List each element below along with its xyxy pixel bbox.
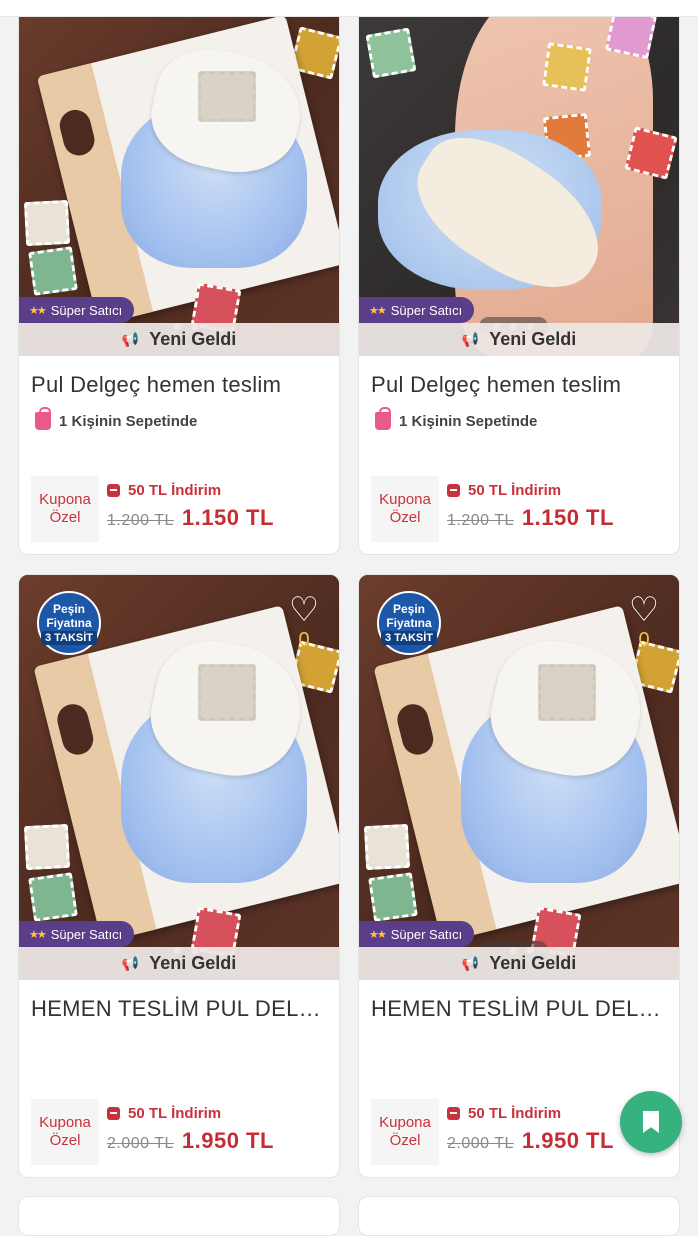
new-arrival-bar: 📢 Yeni Geldi	[19, 323, 339, 356]
price-box: Kupona Özel 50 TL İndirim 1.200 TL 1.150…	[31, 476, 321, 542]
product-card[interactable]	[18, 1196, 340, 1236]
coupon-discount: 50 TL İndirim	[447, 1105, 614, 1122]
heart-icon[interactable]: ♡	[629, 593, 659, 627]
megaphone-icon: 📢	[461, 955, 480, 971]
super-seller-badge: ★★ Süper Satıcı	[19, 297, 135, 323]
new-arrival-label: Yeni Geldi	[489, 329, 577, 349]
stars-icon: ★★	[29, 928, 47, 941]
stars-icon: ★★	[369, 928, 387, 941]
price-box: Kupona Özel 50 TL İndirim 2.000 TL 1.950…	[31, 1099, 321, 1165]
product-image[interactable]: ★★ Süper Satıcı 📢 Yeni Geldi	[19, 0, 339, 356]
old-price: 2.000 TL	[107, 1135, 174, 1152]
coupon-special-label: Kupona Özel	[371, 476, 439, 542]
bookmark-icon	[643, 1111, 659, 1133]
saved-items-button[interactable]	[620, 1091, 682, 1153]
product-card[interactable]: ★★ Süper Satıcı 📢 Yeni Geldi Pul Delgeç …	[18, 0, 340, 555]
discounted-price: 1.950 TL	[521, 1128, 614, 1153]
stars-icon: ★★	[369, 304, 387, 317]
stars-icon: ★★	[29, 304, 47, 317]
product-title[interactable]: Pul Delgeç hemen teslim	[371, 372, 667, 398]
coupon-discount: 50 TL İndirim	[107, 1105, 274, 1122]
super-seller-label: Süper Satıcı	[50, 926, 123, 942]
super-seller-label: Süper Satıcı	[390, 926, 463, 942]
super-seller-label: Süper Satıcı	[390, 302, 463, 318]
shopping-bag-icon	[35, 407, 51, 430]
coupon-icon	[107, 1107, 120, 1120]
discounted-price: 1.150 TL	[181, 505, 274, 530]
coupon-special-label: Kupona Özel	[31, 1099, 99, 1165]
basket-info: 1 Kişinin Sepetinde	[375, 407, 679, 430]
basket-count-text: 1 Kişinin Sepetinde	[59, 412, 198, 430]
super-seller-label: Süper Satıcı	[50, 302, 123, 318]
discounted-price: 1.950 TL	[181, 1128, 274, 1153]
product-image[interactable]: ★★ Süper Satıcı 📢 Yeni Geldi	[359, 0, 679, 356]
product-card[interactable]: Peşin Fiyatına 3 TAKSİT ♡ 0 ★★ Süper Sat…	[18, 574, 340, 1178]
basket-info: 1 Kişinin Sepetinde	[35, 407, 339, 430]
product-title[interactable]: Pul Delgeç hemen teslim	[31, 372, 327, 398]
new-arrival-bar: 📢 Yeni Geldi	[359, 323, 679, 356]
super-seller-badge: ★★ Süper Satıcı	[19, 921, 135, 947]
installment-badge: Peşin Fiyatına 3 TAKSİT	[377, 591, 441, 655]
megaphone-icon: 📢	[121, 331, 140, 347]
product-card[interactable]	[358, 1196, 680, 1236]
new-arrival-bar: 📢 Yeni Geldi	[359, 947, 679, 980]
favorite-count: 0	[638, 629, 650, 651]
new-arrival-label: Yeni Geldi	[489, 953, 577, 973]
favorite-count: 0	[298, 629, 310, 651]
price-box: Kupona Özel 50 TL İndirim 1.200 TL 1.150…	[371, 476, 661, 542]
product-title[interactable]: HEMEN TESLİM PUL DELGEÇ	[31, 996, 327, 1022]
coupon-icon	[447, 1107, 460, 1120]
coupon-special-label: Kupona Özel	[371, 1099, 439, 1165]
product-card[interactable]: Peşin Fiyatına 3 TAKSİT ♡ 0 ★★ Süper Sat…	[358, 574, 680, 1178]
shopping-bag-icon	[375, 407, 391, 430]
coupon-discount: 50 TL İndirim	[107, 482, 274, 499]
new-arrival-label: Yeni Geldi	[149, 329, 237, 349]
super-seller-badge: ★★ Süper Satıcı	[359, 921, 475, 947]
super-seller-badge: ★★ Süper Satıcı	[359, 297, 475, 323]
basket-count-text: 1 Kişinin Sepetinde	[399, 412, 538, 430]
product-image[interactable]: Peşin Fiyatına 3 TAKSİT ♡ 0 ★★ Süper Sat…	[19, 575, 339, 980]
new-arrival-label: Yeni Geldi	[149, 953, 237, 973]
product-image[interactable]: Peşin Fiyatına 3 TAKSİT ♡ 0 ★★ Süper Sat…	[359, 575, 679, 980]
top-bar	[0, 0, 698, 17]
product-grid: ★★ Süper Satıcı 📢 Yeni Geldi Pul Delgeç …	[0, 0, 698, 1236]
megaphone-icon: 📢	[121, 955, 140, 971]
product-card[interactable]: ★★ Süper Satıcı 📢 Yeni Geldi Pul Delgeç …	[358, 0, 680, 555]
coupon-special-label: Kupona Özel	[31, 476, 99, 542]
megaphone-icon: 📢	[461, 331, 480, 347]
coupon-icon	[447, 484, 460, 497]
favorite-button[interactable]: ♡ 0	[285, 593, 323, 652]
new-arrival-bar: 📢 Yeni Geldi	[19, 947, 339, 980]
price-box: Kupona Özel 50 TL İndirim 2.000 TL 1.950…	[371, 1099, 661, 1165]
heart-icon[interactable]: ♡	[289, 593, 319, 627]
old-price: 1.200 TL	[447, 512, 514, 529]
product-title[interactable]: HEMEN TESLİM PUL DELGEÇ	[371, 996, 667, 1022]
coupon-icon	[107, 484, 120, 497]
discounted-price: 1.150 TL	[521, 505, 614, 530]
old-price: 2.000 TL	[447, 1135, 514, 1152]
coupon-discount: 50 TL İndirim	[447, 482, 614, 499]
installment-badge: Peşin Fiyatına 3 TAKSİT	[37, 591, 101, 655]
favorite-button[interactable]: ♡ 0	[625, 593, 663, 652]
old-price: 1.200 TL	[107, 512, 174, 529]
